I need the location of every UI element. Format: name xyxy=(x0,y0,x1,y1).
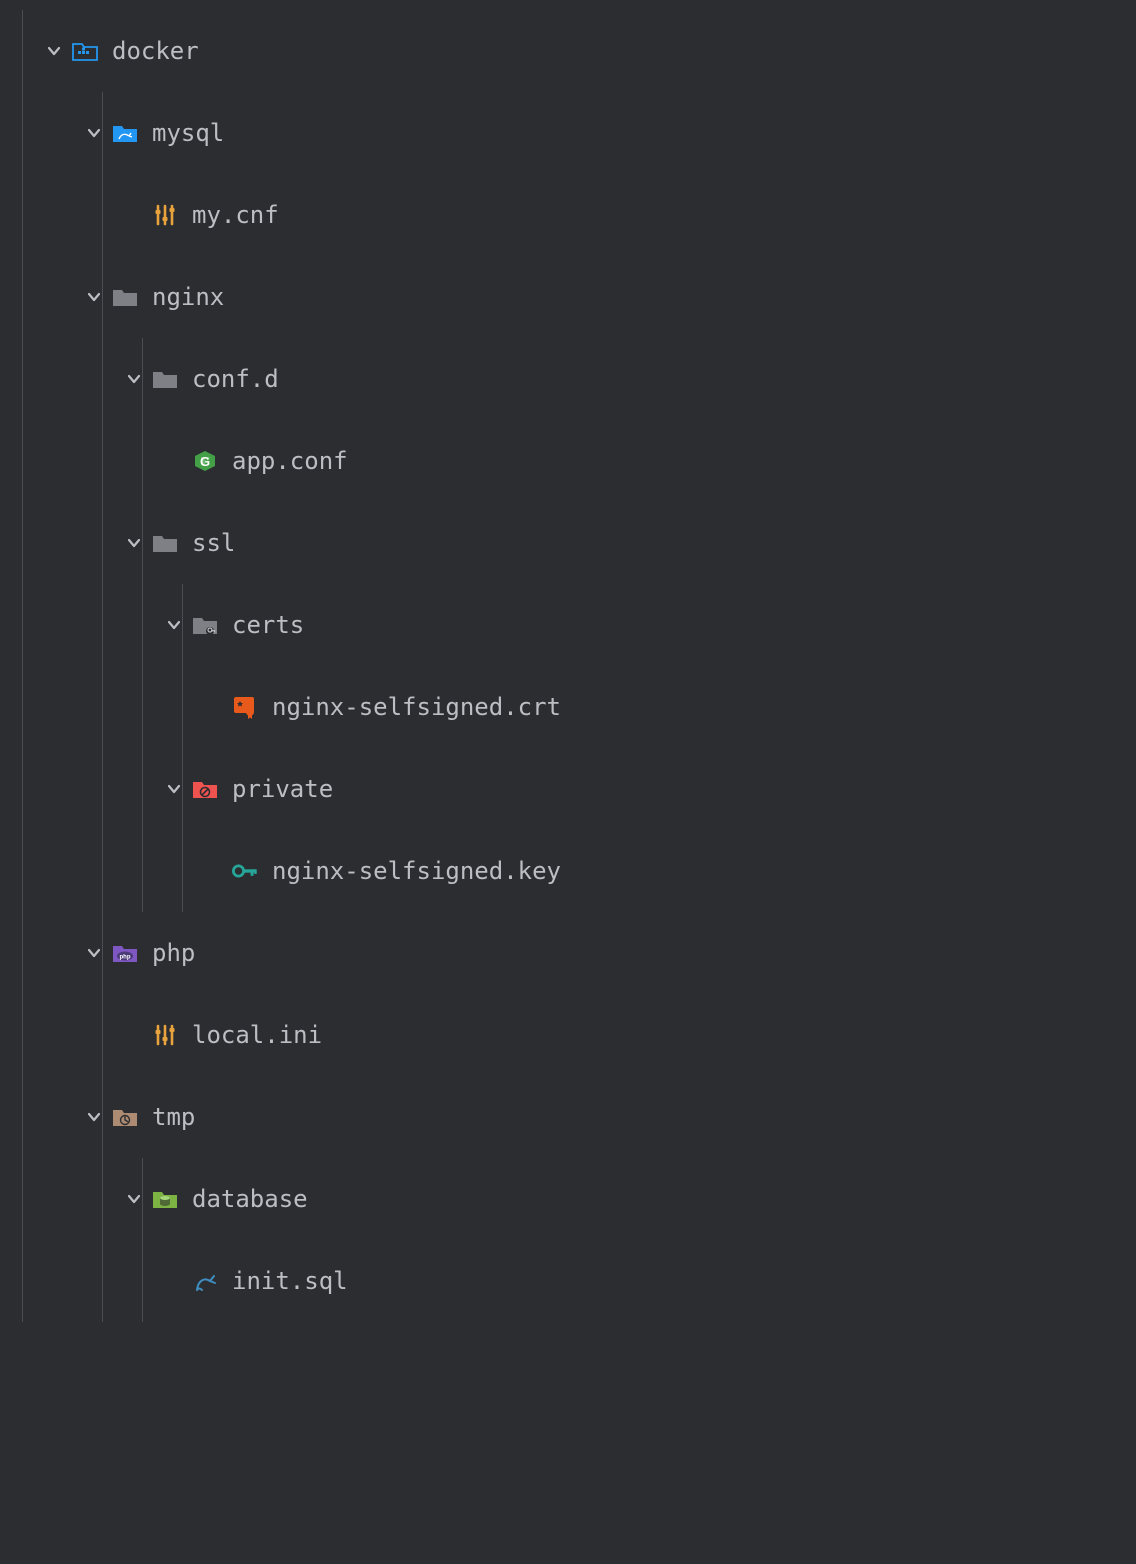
tree-folder-conf-d[interactable]: conf.d xyxy=(0,338,1136,420)
php-folder-icon: php xyxy=(112,940,138,966)
certificate-file-icon xyxy=(232,694,258,720)
docker-folder-icon xyxy=(72,38,98,64)
chevron-down-icon xyxy=(84,287,104,307)
tree-label: mysql xyxy=(152,119,224,147)
chevron-down-icon xyxy=(84,123,104,143)
chevron-down-icon xyxy=(164,615,184,635)
chevron-down-icon xyxy=(124,1189,144,1209)
tree-folder-tmp[interactable]: tmp xyxy=(0,1076,1136,1158)
chevron-down-icon xyxy=(164,779,184,799)
tree-label: docker xyxy=(112,37,199,65)
tree-file-my-cnf[interactable]: my.cnf xyxy=(0,174,1136,256)
tree-folder-nginx[interactable]: nginx xyxy=(0,256,1136,338)
chevron-down-icon xyxy=(44,41,64,61)
chevron-down-icon xyxy=(124,533,144,553)
chevron-down-icon xyxy=(84,943,104,963)
svg-text:php: php xyxy=(120,955,131,961)
certs-folder-icon xyxy=(192,612,218,638)
tree-label: my.cnf xyxy=(192,201,279,229)
database-folder-icon xyxy=(152,1186,178,1212)
config-file-icon xyxy=(152,202,178,228)
tmp-folder-icon xyxy=(112,1104,138,1130)
tree-folder-private[interactable]: private xyxy=(0,748,1136,830)
tree-label: nginx-selfsigned.crt xyxy=(272,693,561,721)
tree-folder-docker[interactable]: docker xyxy=(0,10,1136,92)
tree-file-app-conf[interactable]: G app.conf xyxy=(0,420,1136,502)
tree-label: ssl xyxy=(192,529,235,557)
key-file-icon xyxy=(232,858,258,884)
tree-label: tmp xyxy=(152,1103,195,1131)
chevron-down-icon xyxy=(84,1107,104,1127)
tree-file-key[interactable]: nginx-selfsigned.key xyxy=(0,830,1136,912)
tree-folder-ssl[interactable]: ssl xyxy=(0,502,1136,584)
tree-file-init-sql[interactable]: init.sql xyxy=(0,1240,1136,1322)
folder-icon xyxy=(152,530,178,556)
tree-label: certs xyxy=(232,611,304,639)
file-tree: docker mysql xyxy=(0,10,1136,1322)
tree-label: app.conf xyxy=(232,447,348,475)
tree-label: php xyxy=(152,939,195,967)
private-folder-icon xyxy=(192,776,218,802)
tree-label: nginx xyxy=(152,283,224,311)
tree-folder-php[interactable]: php php xyxy=(0,912,1136,994)
folder-icon xyxy=(152,366,178,392)
tree-folder-database[interactable]: database xyxy=(0,1158,1136,1240)
chevron-down-icon xyxy=(124,369,144,389)
nginx-file-icon: G xyxy=(192,448,218,474)
tree-label: nginx-selfsigned.key xyxy=(272,857,561,885)
tree-label: local.ini xyxy=(192,1021,322,1049)
folder-icon xyxy=(112,284,138,310)
tree-label: init.sql xyxy=(232,1267,348,1295)
tree-folder-mysql[interactable]: mysql xyxy=(0,92,1136,174)
tree-label: private xyxy=(232,775,333,803)
sql-file-icon xyxy=(192,1268,218,1294)
tree-file-local-ini[interactable]: local.ini xyxy=(0,994,1136,1076)
svg-text:G: G xyxy=(200,454,210,469)
tree-folder-certs[interactable]: certs xyxy=(0,584,1136,666)
mysql-folder-icon xyxy=(112,120,138,146)
tree-file-crt[interactable]: nginx-selfsigned.crt xyxy=(0,666,1136,748)
tree-label: database xyxy=(192,1185,308,1213)
config-file-icon xyxy=(152,1022,178,1048)
tree-label: conf.d xyxy=(192,365,279,393)
